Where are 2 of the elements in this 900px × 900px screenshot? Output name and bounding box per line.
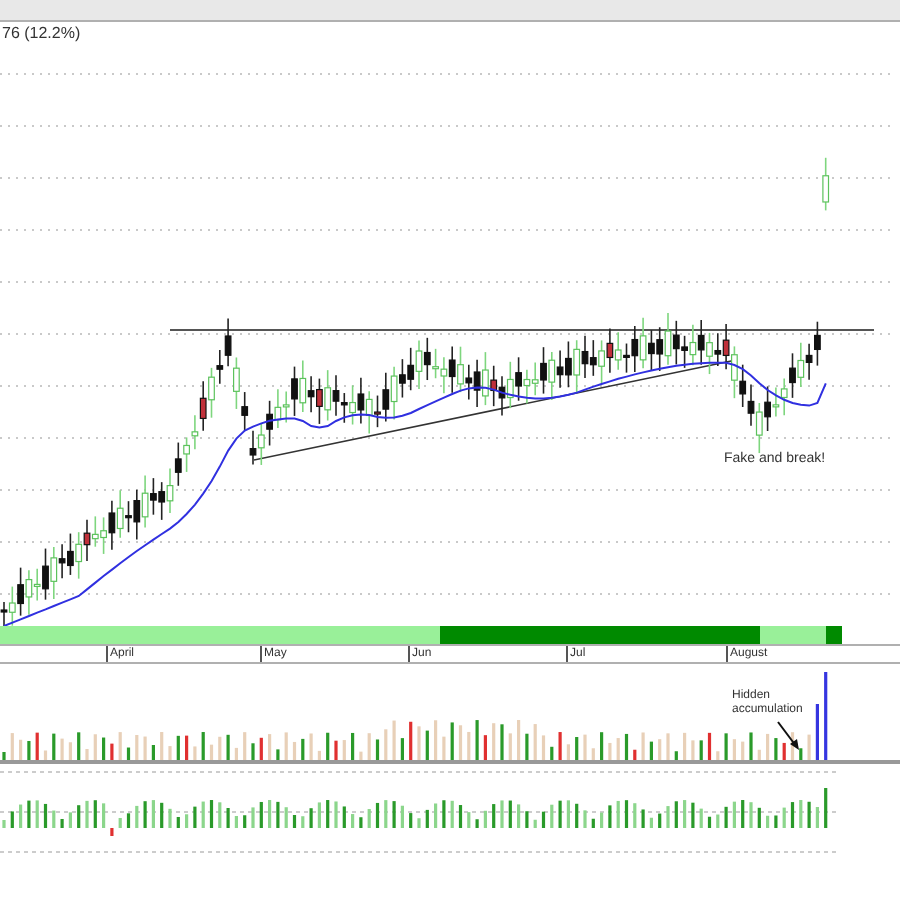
- price-change: 76 (12.2%): [2, 26, 81, 42]
- arrow-icon: [776, 720, 802, 752]
